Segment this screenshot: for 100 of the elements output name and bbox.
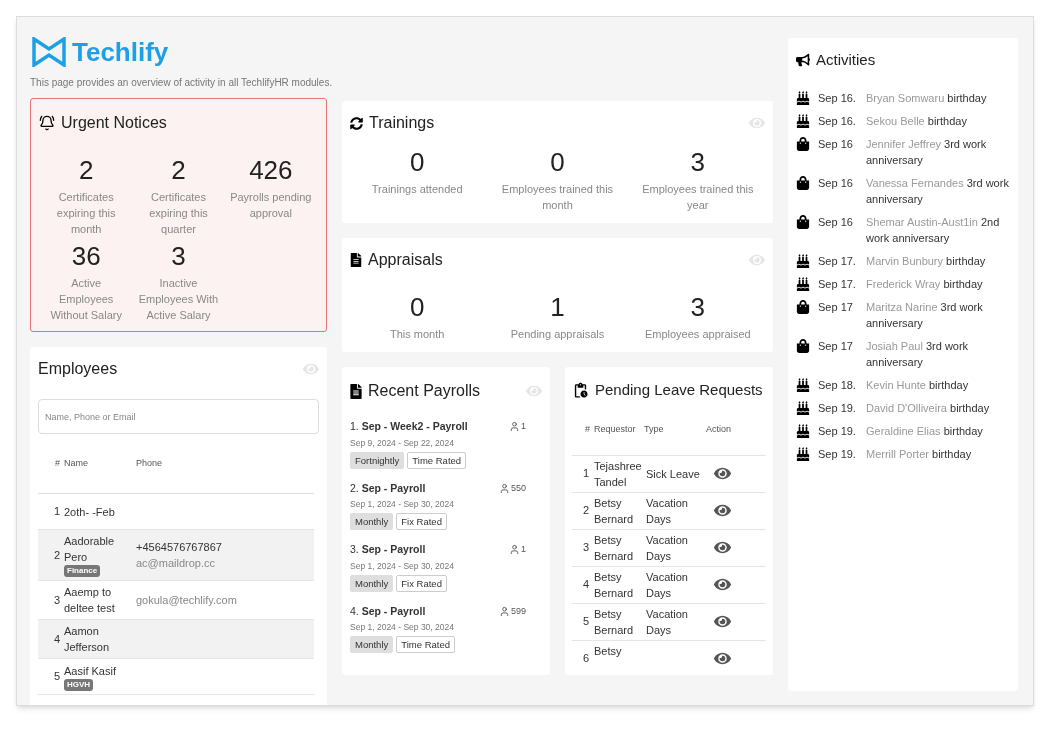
activity-text: Josiah Paul 3rd work anniversary bbox=[866, 338, 970, 370]
employee-name: Aamon Jefferson bbox=[64, 624, 111, 655]
payroll-tag: Fortnightly bbox=[350, 451, 405, 469]
employee-count: 550 bbox=[510, 481, 526, 495]
stat-label: Payrolls pending approval bbox=[229, 190, 313, 221]
stat-label: Certificates expiring this quarter bbox=[148, 190, 209, 237]
clipboard-clock-icon bbox=[572, 381, 589, 399]
activity-text: Shemar Austin-Aust1in 2nd work anniversary bbox=[866, 214, 1001, 246]
employee-name: Aasif Kasif bbox=[64, 663, 116, 679]
payroll-title[interactable]: 3. Sep - Payroll bbox=[350, 542, 426, 558]
employee-email: gokula@techlify.com bbox=[136, 593, 237, 608]
stat-label: Employees appraised bbox=[644, 327, 751, 342]
employee-name: Aadorable Pero bbox=[64, 534, 116, 565]
stat-label: Certificates expiring this month bbox=[55, 190, 117, 237]
activity-text: Geraldine Elias birthday bbox=[866, 423, 983, 439]
bag-icon bbox=[796, 299, 810, 314]
activity-date: Sep 17. bbox=[818, 253, 857, 269]
activity-text: Merrill Porter birthday bbox=[866, 446, 972, 462]
view-icon[interactable] bbox=[714, 465, 731, 482]
bag-icon bbox=[796, 338, 810, 353]
row-number: 1 bbox=[52, 504, 61, 520]
activity-text: Marvin Bunbury birthday bbox=[866, 253, 986, 269]
card-title: Appraisals bbox=[368, 250, 443, 270]
cake-icon bbox=[796, 446, 810, 461]
table-row[interactable]: 2 Aadorable Pero Finance +4564576767867 ac@maildrop.cc bbox=[38, 530, 314, 581]
leave-type: Sick Leave bbox=[645, 466, 701, 482]
activity-text: Maritza Narine 3rd work anniversary bbox=[866, 299, 984, 331]
payroll-period: Sep 9, 2024 - Sep 22, 2024 bbox=[350, 436, 455, 450]
leave-type: Vacation Days bbox=[645, 532, 689, 564]
activity-date: Sep 17. bbox=[818, 276, 857, 292]
stat-label: Pending appraisals bbox=[510, 327, 605, 342]
view-icon[interactable] bbox=[714, 576, 731, 593]
document-icon bbox=[350, 253, 362, 267]
payroll-tag: Monthly bbox=[350, 574, 394, 592]
stat-label: Active Employees Without Salary bbox=[49, 276, 123, 323]
activity-text: Kevin Hunte birthday bbox=[866, 377, 969, 393]
payroll-tag: Fix Rated bbox=[396, 513, 447, 530]
person-icon bbox=[509, 421, 520, 433]
column-header: # bbox=[584, 423, 591, 437]
activity-date: Sep 19. bbox=[818, 400, 857, 416]
stat-value: 426 bbox=[249, 154, 293, 187]
employee-email: ac@maildrop.cc bbox=[136, 556, 217, 571]
activity-date: Sep 16. bbox=[818, 90, 857, 106]
activity-text: Frederick Wray birthday bbox=[866, 276, 983, 292]
view-icon[interactable] bbox=[714, 502, 731, 519]
stat-value: 3 bbox=[690, 291, 706, 324]
row-number: 2 bbox=[52, 547, 61, 563]
employee-name: Aaemp to deltee test bbox=[64, 585, 116, 616]
activity-date: Sep 18. bbox=[818, 377, 857, 393]
payroll-period: Sep 1, 2024 - Sep 30, 2024 bbox=[350, 559, 455, 573]
payroll-tag: Fix Rated bbox=[396, 574, 447, 592]
activity-date: Sep 16. bbox=[818, 113, 857, 129]
row-number: 3 bbox=[52, 592, 61, 608]
activity-date: Sep 17 bbox=[818, 299, 854, 315]
requestor-name: Betsy Bernard bbox=[594, 569, 635, 601]
stat-value: 2 bbox=[78, 154, 94, 187]
view-icon[interactable] bbox=[714, 650, 731, 667]
stat-value: 1 bbox=[550, 291, 565, 324]
stat-label: Employees trained this year bbox=[641, 182, 755, 213]
stat-label: Inactive Employees With Active Salary bbox=[137, 276, 220, 323]
employee-name: 2oth- -Feb bbox=[64, 504, 115, 520]
page-subtitle: This page provides an overview of activity in all TechlifyHR modules. bbox=[30, 76, 334, 90]
requestor-name: Betsy Bernard bbox=[594, 606, 635, 638]
megaphone-icon bbox=[796, 53, 810, 68]
stat-label: Trainings attended bbox=[371, 182, 463, 197]
stat-value: 0 bbox=[409, 291, 425, 324]
department-tag: Finance bbox=[64, 565, 101, 577]
row-number: 3 bbox=[581, 540, 590, 556]
activity-date: Sep 19. bbox=[818, 446, 857, 462]
row-number: 4 bbox=[581, 577, 590, 593]
payroll-period: Sep 1, 2024 - Sep 30, 2024 bbox=[350, 621, 455, 634]
payroll-period: Sep 1, 2024 - Sep 30, 2024 bbox=[350, 498, 455, 511]
activity-date: Sep 16 bbox=[818, 214, 854, 230]
payroll-title[interactable]: 4. Sep - Payroll bbox=[350, 603, 426, 620]
payroll-title[interactable]: 2. Sep - Payroll bbox=[350, 480, 426, 497]
column-header: Phone bbox=[136, 456, 163, 470]
bag-icon bbox=[796, 175, 810, 190]
column-header: Type bbox=[644, 423, 665, 437]
view-icon[interactable] bbox=[714, 613, 731, 630]
requestor-name: Betsy bbox=[594, 643, 623, 659]
employee-count: 1 bbox=[521, 420, 526, 434]
row-number: 2 bbox=[581, 503, 590, 519]
employee-count: 599 bbox=[510, 604, 526, 618]
brand-name: Techlify bbox=[72, 37, 169, 67]
employee-count: 1 bbox=[521, 543, 526, 557]
column-header: Action bbox=[706, 423, 731, 437]
payroll-tag: Time Rated bbox=[407, 451, 467, 469]
column-header: Requestor bbox=[594, 423, 637, 437]
row-number: 1 bbox=[581, 466, 590, 482]
stat-value: 3 bbox=[690, 146, 706, 179]
view-icon[interactable] bbox=[714, 539, 731, 556]
activity-date: Sep 19. bbox=[818, 423, 857, 439]
row-number: 4 bbox=[52, 631, 61, 647]
payroll-title[interactable]: 1. Sep - Week2 - Payroll bbox=[350, 419, 468, 435]
payroll-tag: Monthly bbox=[350, 636, 394, 653]
search-field[interactable]: Name, Phone or Email bbox=[38, 399, 319, 434]
stat-value: 3 bbox=[171, 240, 186, 273]
requestor-name: Betsy Bernard bbox=[594, 532, 635, 564]
bag-icon bbox=[796, 136, 810, 151]
column-header: # bbox=[54, 456, 61, 470]
